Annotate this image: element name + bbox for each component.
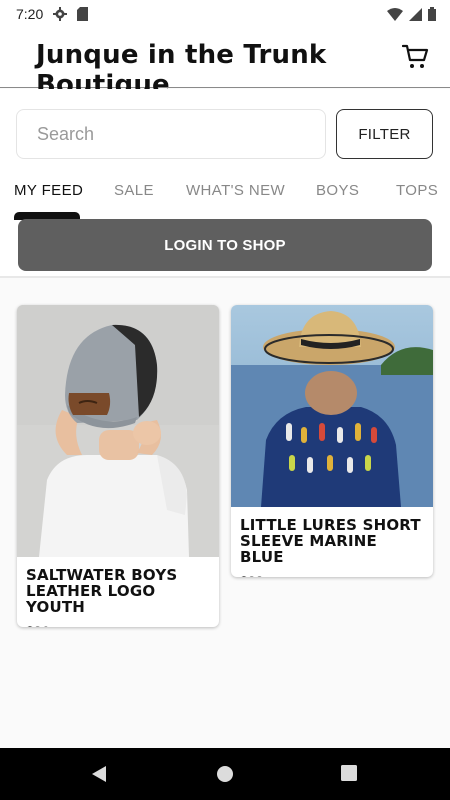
- battery-icon: [428, 7, 436, 21]
- tab-boys[interactable]: BOYS: [316, 182, 359, 199]
- product-name: SALTWATER BOYS LEATHER LOGO YOUTH: [26, 566, 178, 616]
- product-image: [17, 305, 219, 557]
- product-price: $36: [17, 615, 219, 627]
- app-header: Junque in the Trunk Boutique: [0, 28, 450, 100]
- signal-icon: [409, 7, 422, 21]
- product-image: [231, 305, 433, 507]
- cart-icon[interactable]: [402, 44, 430, 70]
- tab-tops[interactable]: TOPS: [396, 182, 438, 199]
- wifi-icon: [387, 7, 403, 21]
- product-price: $28: [231, 565, 433, 577]
- login-to-shop-button[interactable]: LOGIN TO SHOP: [18, 219, 432, 271]
- tab-my-feed[interactable]: MY FEED: [14, 182, 83, 199]
- product-name: LITTLE LURES SHORT SLEEVE MARINE BLUE: [240, 516, 421, 566]
- status-time: 7:20: [16, 6, 44, 22]
- system-nav-bar: [0, 748, 450, 800]
- status-bar: 7:20: [0, 0, 450, 28]
- back-icon[interactable]: [90, 765, 108, 783]
- search-box[interactable]: [16, 109, 326, 159]
- recents-icon[interactable]: [341, 765, 357, 781]
- product-card[interactable]: SALTWATER BOYS LEATHER LOGO YOUTH $36: [17, 305, 219, 627]
- tab-sale[interactable]: SALE: [114, 182, 154, 199]
- settings-icon: [53, 7, 68, 21]
- tab-whats-new[interactable]: WHAT'S NEW: [186, 182, 285, 199]
- search-input[interactable]: [17, 110, 325, 158]
- divider: [0, 276, 450, 278]
- sim-icon: [77, 7, 89, 21]
- product-card[interactable]: LITTLE LURES SHORT SLEEVE MARINE BLUE $2…: [231, 305, 433, 577]
- home-icon[interactable]: [216, 765, 234, 783]
- filter-button[interactable]: FILTER: [336, 109, 433, 159]
